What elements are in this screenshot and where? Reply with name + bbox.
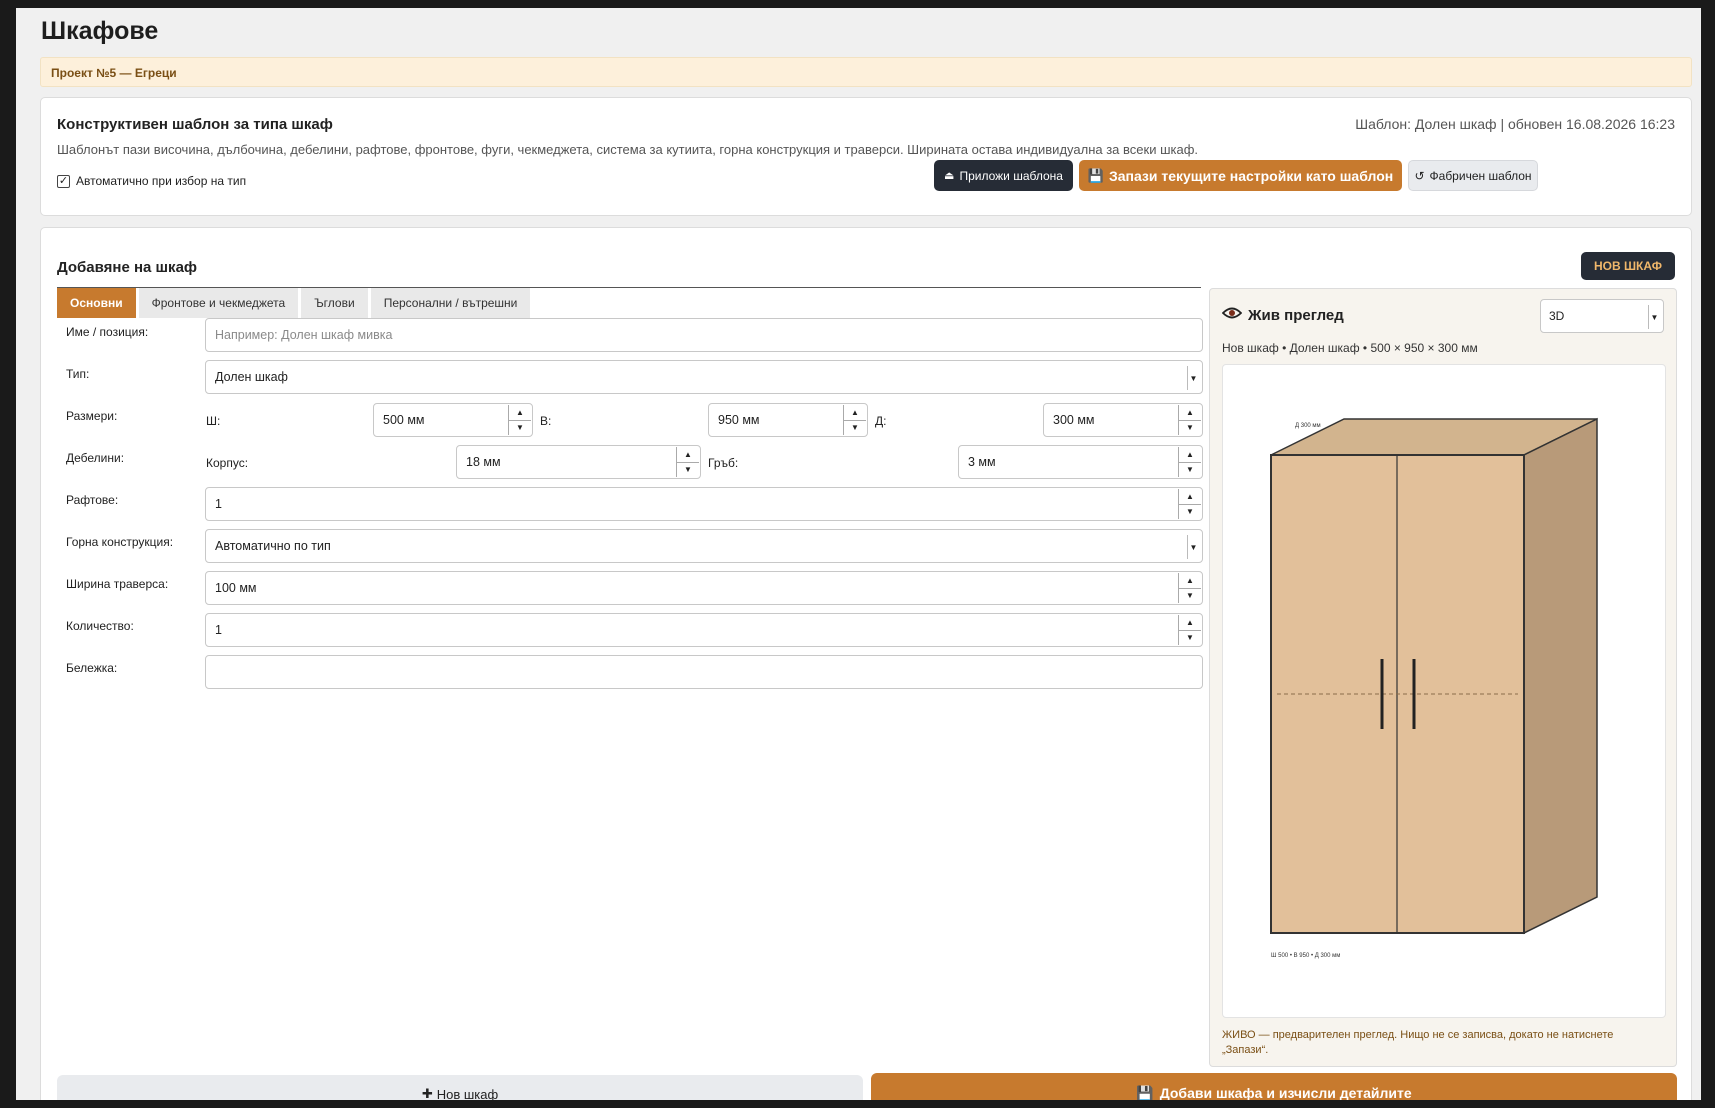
back-thickness-input[interactable]: 3 мм ▲ ▼ [958,445,1203,479]
template-card: Конструктивен шаблон за типа шкаф Шаблон… [40,97,1692,216]
spin-down-icon: ▼ [684,465,692,475]
spin-down-icon: ▼ [1186,465,1194,475]
width-input[interactable]: 500 мм ▲ ▼ [373,403,533,437]
spin-up-icon: ▲ [1179,615,1201,631]
width-label: Ш: [206,414,221,428]
new-cabinet-badge: НОВ ШКАФ [1581,252,1675,280]
template-description: Шаблонът пази височина, дълбочина, дебел… [57,142,1199,157]
body-thickness-input[interactable]: 18 мм ▲ ▼ [456,445,701,479]
spin-up-icon: ▲ [677,447,699,463]
new-cabinet-button[interactable]: ✚ Нов шкаф [57,1075,863,1100]
reset-icon: ↺ [1414,168,1425,183]
preview-subtitle: Нов шкаф • Долен шкаф • 500 × 950 × 300 … [1222,341,1478,355]
live-preview-title: Жив преглед [1221,306,1344,324]
dimensions-label: Размери: [66,409,118,423]
top-construction-select[interactable]: Автоматично по тип ▼ [205,529,1203,563]
tab-corner[interactable]: Ъглови [301,288,368,318]
shelves-input[interactable]: 1 ▲ ▼ [205,487,1203,521]
width-spinner[interactable]: ▲ ▼ [508,405,531,435]
type-select[interactable]: Долен шкаф ▼ [205,360,1203,394]
factory-template-button[interactable]: ↺ Фабричен шаблон [1408,160,1538,191]
name-input[interactable]: Например: Долен шкаф мивка [205,318,1203,352]
spin-down-icon: ▼ [1186,423,1194,433]
dropdown-arrow-icon: ▼ [1648,305,1660,329]
add-cabinet-button[interactable]: 💾 Добави шкафа и изчисли детайлите [871,1073,1677,1100]
note-input[interactable] [205,655,1203,689]
tab-fronts-drawers[interactable]: Фронтове и чекмеджета [138,288,299,318]
rail-width-spinner[interactable]: ▲ ▼ [1178,573,1201,603]
page: Шкафове Проект №5 — Егреци Конструктивен… [16,8,1701,1100]
spin-up-icon: ▲ [1179,405,1201,421]
cabinet-3d-drawing: Д 300 мм Ш 500 • В 950 • Д 300 мм [1270,417,1598,959]
spin-up-icon: ▲ [1179,447,1201,463]
type-label: Тип: [66,367,90,381]
back-thickness-label: Гръб: [708,456,739,470]
template-meta: Шаблон: Долен шкаф | обновен 16.08.2026 … [1355,116,1675,132]
tab-custom-internal[interactable]: Персонални / вътрешни [370,288,531,318]
rail-width-label: Ширина траверса: [66,577,169,591]
save-template-button[interactable]: 💾 Запази текущите настройки като шаблон [1079,160,1402,191]
height-label: В: [540,414,552,428]
dropdown-arrow-icon: ▼ [1187,366,1199,390]
live-preview-panel: Жив преглед 3D ▼ Нов шкаф • Долен шкаф •… [1209,288,1677,1067]
preview-canvas: Д 300 мм Ш 500 • В 950 • Д 300 мм [1222,364,1666,1018]
depth-dimension-label: Д 300 мм [1295,423,1321,429]
preview-note: ЖИВО — предварителен преглед. Нищо не се… [1222,1029,1614,1056]
spin-down-icon: ▼ [1186,591,1194,601]
height-spinner[interactable]: ▲ ▼ [843,405,866,435]
shelves-label: Рафтове: [66,493,119,507]
body-thickness-spinner[interactable]: ▲ ▼ [676,447,699,477]
auto-apply-label: Автоматично при избор на тип [76,174,247,188]
quantity-input[interactable]: 1 ▲ ▼ [205,613,1203,647]
back-thickness-spinner[interactable]: ▲ ▼ [1178,447,1201,477]
dropdown-arrow-icon: ▼ [1187,535,1199,559]
thickness-label: Дебелини: [66,451,125,465]
quantity-spinner[interactable]: ▲ ▼ [1178,615,1201,645]
plus-icon: ✚ [421,1086,433,1100]
top-construction-label: Горна конструкция: [66,535,174,549]
spin-up-icon: ▲ [1179,573,1201,589]
depth-input[interactable]: 300 мм ▲ ▼ [1043,403,1203,437]
rail-width-input[interactable]: 100 мм ▲ ▼ [205,571,1203,605]
spin-up-icon: ▲ [1179,489,1201,505]
height-input[interactable]: 950 мм ▲ ▼ [708,403,868,437]
spin-down-icon: ▼ [851,423,859,433]
project-banner: Проект №5 — Егреци [40,57,1692,87]
auto-apply-checkbox[interactable]: ✓ Автоматично при избор на тип [57,174,246,188]
tab-basic[interactable]: Основни [57,288,136,318]
quantity-label: Количество: [66,619,134,633]
add-cabinet-card: Добавяне на шкаф НОВ ШКАФ Основни Фронто… [40,227,1692,1100]
checkbox-checked-icon[interactable]: ✓ [57,174,70,188]
add-cabinet-title: Добавяне на шкаф [57,259,198,276]
body-thickness-label: Корпус: [206,456,249,470]
page-title: Шкафове [41,17,159,45]
name-label: Име / позиция: [66,325,149,339]
tab-bar: Основни Фронтове и чекмеджета Ъглови Пер… [57,288,531,318]
eye-icon [1221,306,1243,324]
upload-icon: ⏏ [944,170,955,182]
spin-down-icon: ▼ [516,423,524,433]
cabinet-side [1523,417,1598,935]
dimensions-caption: Ш 500 • В 950 • Д 300 мм [1271,953,1340,959]
save-icon: 💾 [1087,167,1104,183]
spin-down-icon: ▼ [1186,633,1194,643]
project-name: Проект №5 — Егреци [51,66,177,80]
spin-down-icon: ▼ [1186,507,1194,517]
save-icon: 💾 [1136,1084,1154,1101]
depth-spinner[interactable]: ▲ ▼ [1178,405,1201,435]
apply-template-button[interactable]: ⏏ Приложи шаблона [934,160,1073,191]
view-mode-select[interactable]: 3D ▼ [1540,299,1664,333]
note-label: Бележка: [66,661,118,675]
shelves-spinner[interactable]: ▲ ▼ [1178,489,1201,519]
depth-label: Д: [875,414,887,428]
spin-up-icon: ▲ [509,405,531,421]
template-title: Конструктивен шаблон за типа шкаф [57,116,333,133]
spin-up-icon: ▲ [844,405,866,421]
